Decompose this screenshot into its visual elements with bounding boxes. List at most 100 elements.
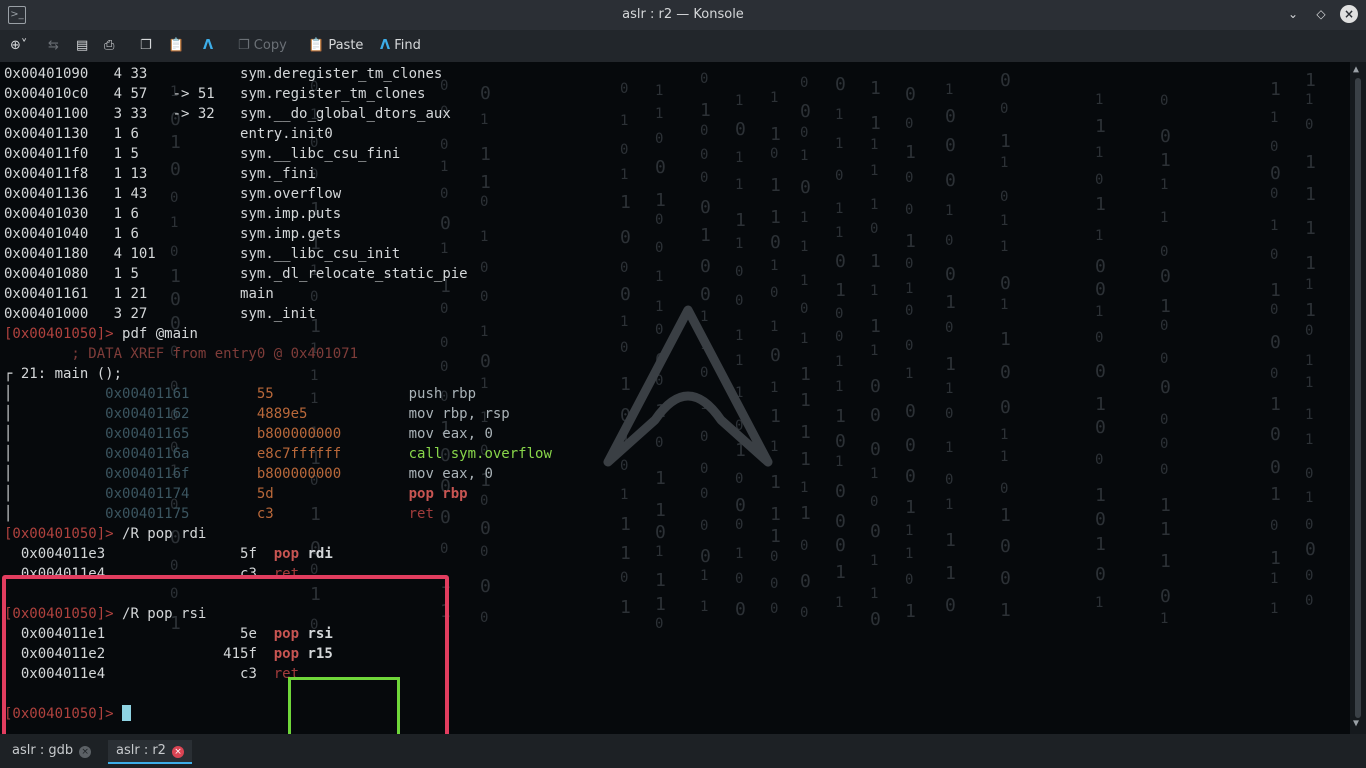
disasm-bytes: c3 <box>256 506 409 522</box>
matrix-digit: 1 <box>905 366 914 382</box>
function-name: main <box>240 286 274 302</box>
layout-icon[interactable]: ▤ <box>76 37 88 55</box>
matrix-digit: 0 <box>620 142 629 158</box>
copy-tab-icon[interactable]: ❐ <box>140 37 152 55</box>
minimize-icon[interactable]: ⌄ <box>1284 5 1302 23</box>
scroll-up-icon[interactable]: ▲ <box>1353 64 1359 75</box>
matrix-digit: 0 <box>770 146 779 162</box>
maximize-icon[interactable]: ◇ <box>1312 5 1330 23</box>
command-text: /R pop rdi <box>122 526 207 542</box>
matrix-digit: 1 <box>870 78 881 99</box>
function-nbbs: 1 <box>113 166 131 182</box>
function-address: 0x00401030 <box>4 206 114 222</box>
xref-text: ; DATA XREF from entry0 @ 0x401071 <box>4 346 359 362</box>
matrix-digit: 0 <box>1160 351 1169 367</box>
matrix-digit: 0 <box>770 549 779 565</box>
matrix-digit: 1 <box>1095 145 1104 161</box>
function-nbbs: 4 <box>113 86 131 102</box>
print-icon[interactable]: ⎙ <box>104 37 114 55</box>
function-size: 27 <box>130 306 173 322</box>
function-size: 57 <box>130 86 173 102</box>
copy-button[interactable]: ❐ Copy <box>238 37 287 55</box>
matrix-digit: 0 <box>1000 189 1009 205</box>
window-controls: ⌄ ◇ × <box>1284 5 1358 23</box>
matrix-digit: 1 <box>1095 92 1104 108</box>
terminal-view[interactable]: 1010010100000010000101001110111111010010… <box>0 62 1350 734</box>
matrix-digit: 1 <box>770 175 781 196</box>
matrix-digit: 0 <box>835 306 844 322</box>
matrix-digit: 1 <box>945 203 954 219</box>
function-nbbs: 1 <box>113 206 131 222</box>
matrix-digit: 1 <box>800 390 811 411</box>
tab-aslr-r2[interactable]: aslr : r2 × <box>108 740 192 764</box>
function-calls <box>173 266 240 282</box>
matrix-digit: 1 <box>870 113 881 134</box>
function-calls <box>173 66 240 82</box>
matrix-digit: 0 <box>700 147 709 163</box>
matrix-digit: 0 <box>1270 247 1279 263</box>
matrix-digit: 1 <box>1095 595 1104 611</box>
matrix-digit: 1 <box>835 406 846 427</box>
matrix-digit: 0 <box>655 616 664 632</box>
disasm-instruction: mov eax, 0 <box>408 426 493 442</box>
matrix-digit: 0 <box>905 401 916 422</box>
function-calls: -> 51 <box>172 86 241 102</box>
matrix-digit: 1 <box>620 514 631 535</box>
matrix-digit: 1 <box>800 331 809 347</box>
function-name: sym.overflow <box>240 186 342 202</box>
command-line: [0x00401050]> /R pop rdi <box>4 524 552 544</box>
matrix-digit: 0 <box>945 170 956 191</box>
window-title: aslr : r2 — Konsole <box>622 7 744 22</box>
toolbar: ⊕˅ ⇆ ▤ ⎙ ❐ 📋 Λ ❐ Copy 📋 Paste Λ Find <box>0 30 1366 63</box>
disasm-bytes: b800000000 <box>256 466 409 482</box>
disasm-address: 0x0040116f <box>12 466 257 482</box>
clipboard-icon[interactable]: 📋 <box>168 37 184 55</box>
matrix-digit: 0 <box>1000 397 1011 418</box>
matrix-digit: 0 <box>1160 266 1171 287</box>
matrix-digit: 0 <box>1270 518 1279 534</box>
matrix-digit: 0 <box>1000 481 1009 497</box>
matrix-digit: 1 <box>770 207 781 228</box>
matrix-digit: 1 <box>800 449 811 470</box>
matrix-digit: 1 <box>835 225 844 241</box>
new-tab-icon[interactable]: ⊕˅ <box>10 37 27 55</box>
gadget-spacer <box>257 546 274 562</box>
function-nbbs: 3 <box>113 306 131 322</box>
matrix-digit: 0 <box>1270 163 1281 184</box>
function-size: 33 <box>130 106 173 122</box>
find-icon: Λ <box>380 38 391 53</box>
close-tab-icon[interactable]: × <box>79 746 92 758</box>
matrix-digit: 0 <box>1095 361 1106 382</box>
find-button[interactable]: Λ Find <box>380 37 421 55</box>
matrix-digit: 1 <box>1305 277 1314 293</box>
matrix-digit: 1 <box>800 273 809 289</box>
function-header: ┌ 21: main (); <box>4 364 552 384</box>
matrix-digit: 1 <box>1305 375 1314 391</box>
matrix-digit: 0 <box>1270 424 1281 445</box>
split-view-icon[interactable]: ⇆ <box>48 37 59 55</box>
paste-icon: 📋 <box>308 38 325 53</box>
close-tab-icon[interactable]: × <box>171 746 184 758</box>
scroll-down-icon[interactable]: ▼ <box>1353 718 1359 729</box>
function-list-row: 0x004011f8 1 13 sym._fini <box>4 164 552 184</box>
matrix-digit: 1 <box>800 210 809 226</box>
matrix-digit: 1 <box>835 280 846 301</box>
matrix-digit: 0 <box>905 572 914 588</box>
matrix-digit: 1 <box>870 251 881 272</box>
function-size: 6 <box>130 206 173 222</box>
matrix-digit: 0 <box>1095 509 1106 530</box>
matrix-digit: 1 <box>770 124 781 145</box>
matrix-digit: 0 <box>835 535 846 556</box>
tab-aslr-gdb[interactable]: aslr : gdb × <box>4 740 99 762</box>
terminal-scrollbar[interactable]: ▲ ▼ <box>1350 62 1366 734</box>
paste-button[interactable]: 📋 Paste <box>308 37 363 55</box>
matrix-digit: 0 <box>1305 466 1314 482</box>
matrix-digit: 0 <box>835 511 846 532</box>
matrix-digit: 1 <box>620 113 629 129</box>
matrix-digit: 0 <box>700 486 709 502</box>
matrix-digit: 0 <box>945 106 956 127</box>
matrix-digit: 1 <box>945 354 956 375</box>
close-icon[interactable]: × <box>1340 5 1358 23</box>
search-icon[interactable]: Λ <box>203 37 213 55</box>
scrollbar-thumb[interactable] <box>1355 78 1361 718</box>
